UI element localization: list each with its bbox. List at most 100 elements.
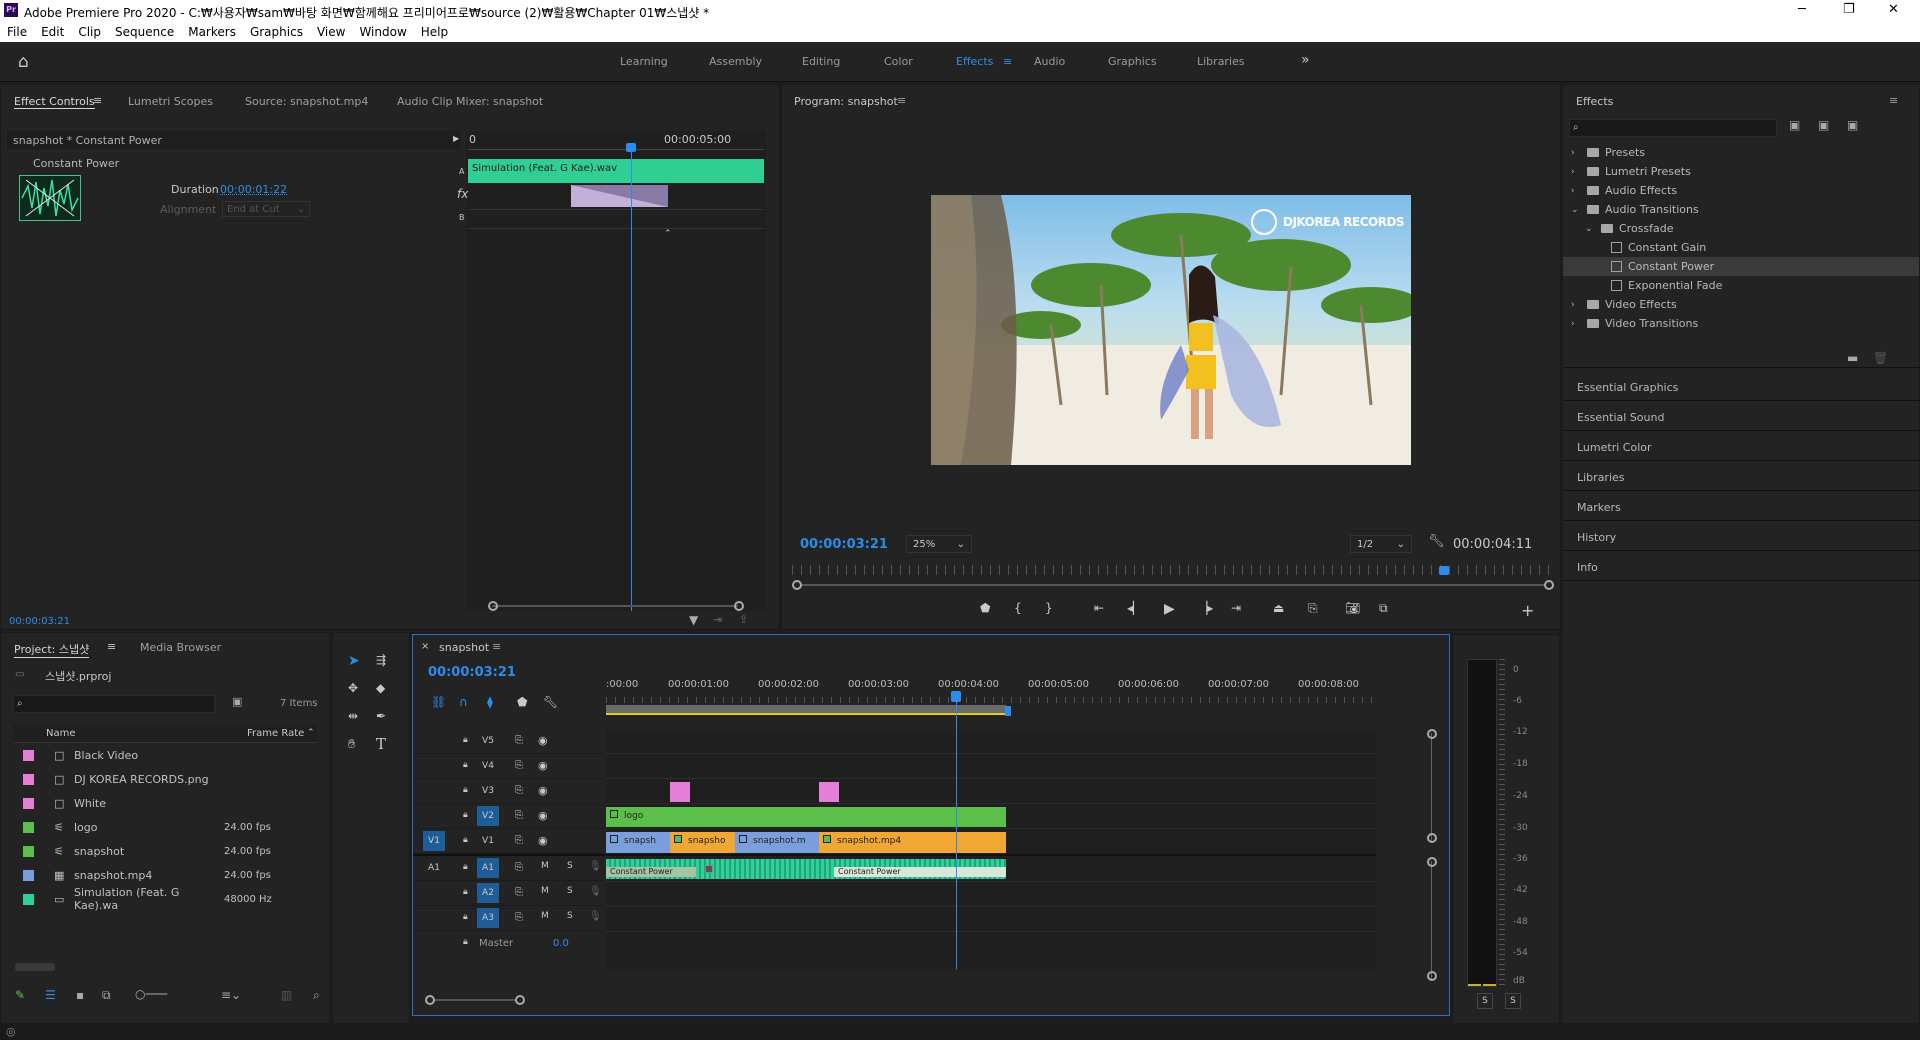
vertical-scrollbar-audio[interactable]: [1427, 857, 1439, 981]
mini-zoom-scrollbar[interactable]: [466, 601, 766, 611]
lock-icon[interactable]: 🔒︎: [463, 785, 468, 795]
timeline-ruler[interactable]: :00:00 00:00:01:00 00:00:02:00 00:00:03:…: [606, 679, 1359, 695]
tree-item-audio-transitions[interactable]: ⌄ Audio Transitions: [1563, 200, 1919, 219]
sync-lock-icon[interactable]: ⎘: [515, 912, 523, 923]
export-frame-icon[interactable]: 📷︎: [1345, 601, 1360, 615]
effects-menu-icon[interactable]: ≡: [1889, 94, 1898, 107]
clip-v1-3[interactable]: snapshot.m: [735, 832, 819, 853]
solo-button[interactable]: S: [567, 886, 573, 896]
mute-button[interactable]: M: [541, 911, 549, 921]
snap-icon[interactable]: ∩: [459, 695, 468, 709]
filter-icon[interactable]: ▼: [689, 613, 698, 627]
track-target-v5[interactable]: V5: [477, 731, 499, 751]
export-icon[interactable]: ⇪: [739, 613, 748, 626]
add-button-icon[interactable]: +: [1521, 601, 1534, 620]
eye-icon[interactable]: ◉: [538, 809, 548, 822]
track-target-v2[interactable]: V2: [477, 806, 499, 826]
lock-icon[interactable]: 🔒︎: [463, 835, 468, 845]
nest-icon[interactable]: ⛓︎: [431, 695, 446, 709]
source-patch-v1[interactable]: V1: [423, 831, 445, 851]
panel-essential-graphics[interactable]: Essential Graphics: [1577, 381, 1917, 394]
track-target-v4[interactable]: V4: [477, 756, 499, 776]
program-timecode[interactable]: 00:00:03:21: [800, 537, 888, 552]
panel-info[interactable]: Info: [1577, 561, 1917, 574]
workspace-color[interactable]: Color: [884, 55, 913, 68]
mute-button[interactable]: M: [541, 861, 549, 871]
duration-value[interactable]: 00:00:01:22: [220, 183, 287, 196]
razor-tool-icon[interactable]: ◆: [376, 681, 385, 695]
col-name[interactable]: Name: [46, 728, 76, 739]
effects-search-input[interactable]: ⌕: [1569, 119, 1777, 137]
tree-item-audio-effects[interactable]: › Audio Effects: [1563, 181, 1919, 200]
sort-icons-icon[interactable]: ≡⌄: [221, 988, 241, 1002]
accelerated-effects-icon[interactable]: ▣: [1789, 118, 1800, 132]
clip-v3-graphic-1[interactable]: [670, 782, 690, 802]
delete-icon[interactable]: 🗑︎: [1873, 351, 1888, 365]
eye-icon[interactable]: ◉: [538, 834, 548, 847]
sync-lock-icon[interactable]: ⎘: [515, 887, 523, 898]
sync-lock-icon[interactable]: ⎘: [515, 862, 523, 873]
work-area-end-handle[interactable]: [1005, 706, 1011, 716]
mark-in-icon[interactable]: {: [1014, 601, 1022, 615]
collapse-caret-icon[interactable]: ⌃: [664, 229, 672, 239]
mic-icon[interactable]: 🎙︎: [589, 886, 602, 897]
resolution-dropdown[interactable]: 1/2 ⌄: [1350, 535, 1412, 553]
maximize-button[interactable]: ❐: [1843, 2, 1855, 17]
type-tool-icon[interactable]: T: [376, 735, 386, 753]
step-back-icon[interactable]: ◂▏: [1127, 601, 1142, 615]
compare-view-icon[interactable]: ⧉: [1379, 601, 1388, 616]
clip-v2-logo[interactable]: logo: [606, 807, 1006, 827]
selection-tool-icon[interactable]: ➤: [348, 653, 360, 669]
play-icon[interactable]: ▶: [1164, 601, 1175, 617]
panel-lumetri-color[interactable]: Lumetri Color: [1577, 441, 1917, 454]
track-target-v1[interactable]: V1: [477, 831, 499, 851]
project-item-white[interactable]: □ White: [13, 791, 317, 815]
panel-history[interactable]: History: [1577, 531, 1917, 544]
find-bin-icon[interactable]: ▣: [232, 695, 242, 708]
sync-lock-icon[interactable]: ⎘: [515, 735, 523, 746]
lock-icon[interactable]: 🔒︎: [463, 937, 468, 947]
tree-item-exponential-fade[interactable]: Exponential Fade: [1563, 276, 1919, 295]
lift-icon[interactable]: ⏏: [1273, 601, 1284, 615]
sync-lock-icon[interactable]: ⎘: [515, 835, 523, 846]
freeform-view-icon[interactable]: ⧉: [102, 988, 111, 1003]
menu-sequence[interactable]: Sequence: [108, 22, 181, 42]
icon-view-icon[interactable]: ▪: [76, 988, 84, 1002]
project-item-black-video[interactable]: □ Black Video: [13, 743, 317, 767]
tree-item-video-transitions[interactable]: › Video Transitions: [1563, 314, 1919, 333]
clip-v1-1[interactable]: snapsh: [606, 832, 670, 853]
master-volume[interactable]: 0.0: [553, 938, 569, 949]
add-marker-icon[interactable]: ⬟: [517, 695, 527, 709]
lock-icon[interactable]: 🔒︎: [463, 760, 468, 770]
clip-v1-4[interactable]: snapshot.mp4: [819, 832, 1006, 853]
transition-block[interactable]: [571, 185, 668, 207]
project-item-logo[interactable]: ⚟ logo 24.00 fps: [13, 815, 317, 839]
tab-project[interactable]: Project: 스냅샷: [14, 641, 90, 658]
tab-effect-controls[interactable]: Effect Controls: [14, 95, 95, 109]
eye-icon[interactable]: ◉: [538, 784, 548, 797]
lock-icon[interactable]: 🔒︎: [463, 887, 468, 897]
timeline-playhead-handle[interactable]: [951, 691, 961, 702]
sync-lock-icon[interactable]: ⎘: [515, 760, 523, 771]
ripple-icon[interactable]: ⇥: [713, 613, 722, 626]
solo-left-button[interactable]: S: [1477, 993, 1493, 1009]
tree-item-crossfade[interactable]: ⌄ Crossfade: [1563, 219, 1919, 238]
program-playhead[interactable]: [1439, 566, 1449, 575]
linked-selection-icon[interactable]: ⧫: [487, 695, 493, 709]
sync-lock-icon[interactable]: ⎘: [515, 810, 523, 821]
solo-right-button[interactable]: S: [1505, 993, 1521, 1009]
mic-icon[interactable]: 🎙︎: [589, 861, 602, 872]
minimize-button[interactable]: ─: [1798, 2, 1806, 17]
track-target-v3[interactable]: V3: [477, 781, 499, 801]
workspace-effects[interactable]: Effects: [956, 55, 993, 68]
workspace-editing[interactable]: Editing: [802, 55, 840, 68]
wrench-icon[interactable]: 🔧︎: [1428, 534, 1445, 549]
more-workspaces-icon[interactable]: »: [1301, 52, 1310, 68]
32bit-effects-icon[interactable]: ▣: [1818, 118, 1829, 132]
automate-icon[interactable]: ▥: [281, 988, 292, 1002]
find-icon[interactable]: ⌕: [313, 988, 320, 1003]
project-item-snapshot-mp4[interactable]: ▦ snapshot.mp4 24.00 fps: [13, 863, 317, 887]
extract-icon[interactable]: ⎘: [1308, 601, 1318, 616]
new-bin-icon[interactable]: ▬: [1847, 351, 1858, 365]
pen-tool-icon[interactable]: ✒: [376, 709, 386, 723]
